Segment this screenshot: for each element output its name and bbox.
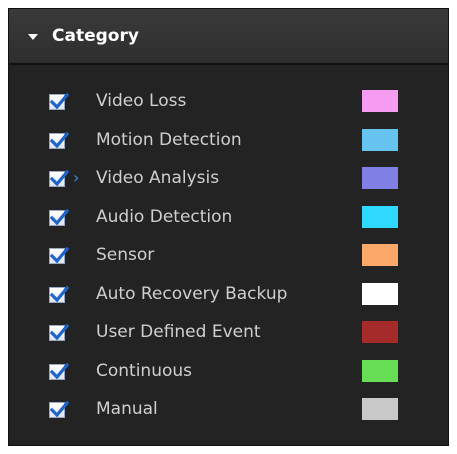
category-panel: Category Video Loss Motion Detection › V… <box>8 8 449 446</box>
manual-color-swatch[interactable] <box>362 398 398 420</box>
category-row-video-loss[interactable]: Video Loss <box>9 87 448 126</box>
hover-caret-icon: › <box>73 168 80 187</box>
video-loss-checkbox[interactable] <box>49 92 69 110</box>
sensor-color-swatch[interactable] <box>362 244 398 266</box>
auto-recovery-backup-color-swatch[interactable] <box>362 282 398 305</box>
user-defined-event-color-swatch[interactable] <box>362 321 398 343</box>
category-header[interactable]: Category <box>9 9 448 65</box>
collapse-chevron-icon[interactable] <box>28 33 38 40</box>
user-defined-event-label: User Defined Event <box>96 322 261 342</box>
category-row-sensor[interactable]: Sensor <box>9 241 448 280</box>
sensor-checkbox[interactable] <box>49 246 69 264</box>
video-loss-label: Video Loss <box>96 91 187 111</box>
auto-recovery-backup-label: Auto Recovery Backup <box>96 283 288 304</box>
manual-label: Manual <box>96 399 158 419</box>
continuous-color-swatch[interactable] <box>362 359 398 382</box>
category-title: Category <box>52 26 139 46</box>
category-row-video-analysis[interactable]: › Video Analysis <box>9 164 448 203</box>
category-row-continuous[interactable]: Continuous <box>9 357 448 396</box>
category-row-manual[interactable]: Manual <box>9 395 448 434</box>
category-row-auto-recovery-backup[interactable]: Auto Recovery Backup <box>9 280 448 319</box>
manual-checkbox[interactable] <box>49 400 69 418</box>
video-loss-color-swatch[interactable] <box>362 90 398 112</box>
category-row-audio-detection[interactable]: Audio Detection <box>9 203 448 242</box>
video-analysis-checkbox[interactable] <box>49 169 69 187</box>
category-row-user-defined-event[interactable]: User Defined Event <box>9 318 448 357</box>
audio-detection-color-swatch[interactable] <box>362 205 398 228</box>
motion-detection-label: Motion Detection <box>96 129 242 150</box>
audio-detection-checkbox[interactable] <box>49 208 69 226</box>
video-analysis-label: Video Analysis <box>96 168 220 188</box>
category-list: Video Loss Motion Detection › Video Anal… <box>9 87 448 434</box>
sensor-label: Sensor <box>96 245 155 265</box>
motion-detection-checkbox[interactable] <box>49 131 69 149</box>
user-defined-event-checkbox[interactable] <box>49 323 69 341</box>
continuous-checkbox[interactable] <box>49 362 69 380</box>
motion-detection-color-swatch[interactable] <box>362 128 398 151</box>
audio-detection-label: Audio Detection <box>96 206 233 227</box>
video-analysis-color-swatch[interactable] <box>362 167 398 189</box>
continuous-label: Continuous <box>96 360 193 381</box>
category-row-motion-detection[interactable]: Motion Detection <box>9 126 448 165</box>
auto-recovery-backup-checkbox[interactable] <box>49 285 69 303</box>
